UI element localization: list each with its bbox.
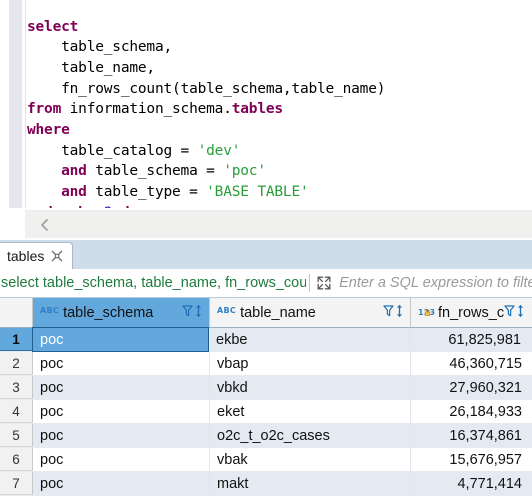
sql-token: fn_rows_count(table_schema,table_name): [27, 80, 386, 97]
sort-icon[interactable]: [516, 304, 525, 322]
results-tab-bar[interactable]: tables: [0, 240, 532, 269]
table-row[interactable]: 5 poc o2c_t_o2c_cases 16,374,861: [0, 424, 532, 448]
tab-label: tables: [7, 248, 45, 264]
cell-fn-rows-count[interactable]: 15,676,957: [411, 448, 531, 471]
editor-toolbar-strip: [0, 208, 532, 240]
cell-table-schema[interactable]: poc: [33, 352, 210, 375]
tab-tables[interactable]: tables: [0, 242, 74, 269]
sql-token: 'dev': [197, 142, 241, 159]
sql-token: and: [61, 184, 87, 201]
abc-badge: ABC: [40, 305, 60, 315]
grid-header-row: ABC table_schema ABC table_name fn_rows_…: [0, 298, 532, 328]
sql-token: tables: [231, 101, 283, 118]
sql-token: information_schema.: [61, 101, 232, 118]
cell-fn-rows-count[interactable]: 16,374,861: [411, 424, 531, 447]
sort-icon[interactable]: [194, 304, 203, 322]
cell-table-name[interactable]: eket: [210, 400, 411, 423]
sql-token: table_catalog =: [27, 142, 198, 159]
close-icon[interactable]: [51, 250, 63, 262]
table-row[interactable]: 1 poc ekbe 61,825,981: [0, 327, 532, 352]
cell-table-schema[interactable]: poc: [33, 376, 210, 399]
cell-table-name[interactable]: ekbe: [209, 328, 410, 351]
column-header-label: fn_rows_count: [438, 304, 504, 321]
result-grid[interactable]: ABC table_schema ABC table_name fn_rows_…: [0, 298, 532, 500]
column-header-tools[interactable]: [182, 304, 203, 322]
table-row[interactable]: 6 poc vbak 15,676,957: [0, 448, 532, 472]
row-number-cell[interactable]: 2: [0, 352, 33, 375]
cell-table-schema[interactable]: poc: [33, 448, 210, 471]
table-row[interactable]: 3 poc vbkd 27,960,321: [0, 376, 532, 400]
row-number-cell[interactable]: 1: [0, 328, 33, 351]
row-number-cell[interactable]: 4: [0, 400, 33, 423]
filter-icon[interactable]: [504, 304, 515, 322]
ruler-separator: [25, 0, 26, 208]
cell-table-schema[interactable]: poc: [32, 327, 209, 352]
column-header-label: table_name: [240, 304, 316, 321]
cell-fn-rows-count[interactable]: 61,825,981: [410, 328, 530, 351]
chevron-left-icon[interactable]: [37, 217, 53, 233]
sql-token: table_type =: [86, 184, 207, 201]
grid-corner-cell[interactable]: [0, 298, 33, 327]
sql-token: table_name,: [27, 59, 155, 76]
dbeaver-sql-editor-window: select table_schema, table_name, fn_rows…: [0, 0, 532, 500]
column-header-table-name[interactable]: ABC table_name: [210, 298, 411, 327]
cell-table-schema[interactable]: poc: [33, 472, 210, 495]
column-header-label: table_schema: [63, 304, 154, 321]
lock-icon: [424, 309, 431, 316]
table-row[interactable]: 7 poc makt 4,771,414: [0, 472, 532, 496]
cell-table-name[interactable]: makt: [210, 472, 411, 495]
filter-expression-input[interactable]: Enter a SQL expression to filter: [339, 275, 532, 291]
sql-token: table_schema,: [27, 39, 173, 56]
filter-icon[interactable]: [383, 304, 394, 322]
cell-fn-rows-count[interactable]: 26,184,933: [411, 400, 531, 423]
table-row[interactable]: 2 poc vbap 46,360,715: [0, 352, 532, 376]
cell-fn-rows-count[interactable]: 27,960,321: [411, 376, 531, 399]
column-header-tools[interactable]: [504, 304, 525, 322]
column-header-fn-rows-count[interactable]: 123 fn_rows_count: [411, 298, 531, 327]
filter-icon[interactable]: [182, 304, 193, 322]
row-number-cell[interactable]: 7: [0, 472, 33, 495]
cell-table-name[interactable]: vbap: [210, 352, 411, 375]
table-row[interactable]: 4 poc eket 26,184,933: [0, 400, 532, 424]
filter-divider: [309, 274, 311, 292]
cell-table-schema[interactable]: poc: [33, 424, 210, 447]
sql-token: from: [27, 101, 62, 118]
grid-body[interactable]: 1 poc ekbe 61,825,981 2 poc vbap 46,360,715 3 poc…: [0, 327, 532, 496]
sql-token: select: [27, 18, 79, 35]
cell-table-name[interactable]: o2c_t_o2c_cases: [210, 424, 411, 447]
column-header-table-schema[interactable]: ABC table_schema: [33, 298, 210, 327]
sort-icon[interactable]: [395, 304, 404, 322]
sql-token: and: [61, 163, 87, 180]
sql-editor-pane[interactable]: select table_schema, table_name, fn_rows…: [0, 0, 532, 208]
cell-fn-rows-count[interactable]: 4,771,414: [411, 472, 531, 495]
result-filter-bar[interactable]: select table_schema, table_name, fn_rows…: [0, 269, 532, 298]
column-header-tools[interactable]: [383, 304, 404, 322]
string-type-icon: ABC: [40, 306, 59, 315]
abc-badge: ABC: [217, 305, 237, 315]
sql-token: 'BASE TABLE': [206, 184, 309, 201]
cell-fn-rows-count[interactable]: 46,360,715: [411, 352, 531, 375]
folding-ruler: [9, 0, 22, 208]
expand-icon[interactable]: [315, 274, 333, 292]
number-type-icon: 123: [418, 308, 435, 317]
sql-token: table_schema =: [86, 163, 224, 180]
sql-token: 'poc': [223, 163, 266, 180]
editor-toolbar: [25, 210, 532, 238]
active-query-text: select table_schema, table_name, fn_rows…: [1, 275, 307, 291]
cell-table-schema[interactable]: poc: [33, 400, 210, 423]
cell-table-name[interactable]: vbak: [210, 448, 411, 471]
sql-token: where: [27, 122, 70, 139]
row-number-cell[interactable]: 6: [0, 448, 33, 471]
sql-source-text[interactable]: select table_schema, table_name, fn_rows…: [27, 17, 385, 209]
cell-table-name[interactable]: vbkd: [210, 376, 411, 399]
row-number-cell[interactable]: 3: [0, 376, 33, 399]
row-number-cell[interactable]: 5: [0, 424, 33, 447]
string-type-icon: ABC: [217, 306, 236, 315]
